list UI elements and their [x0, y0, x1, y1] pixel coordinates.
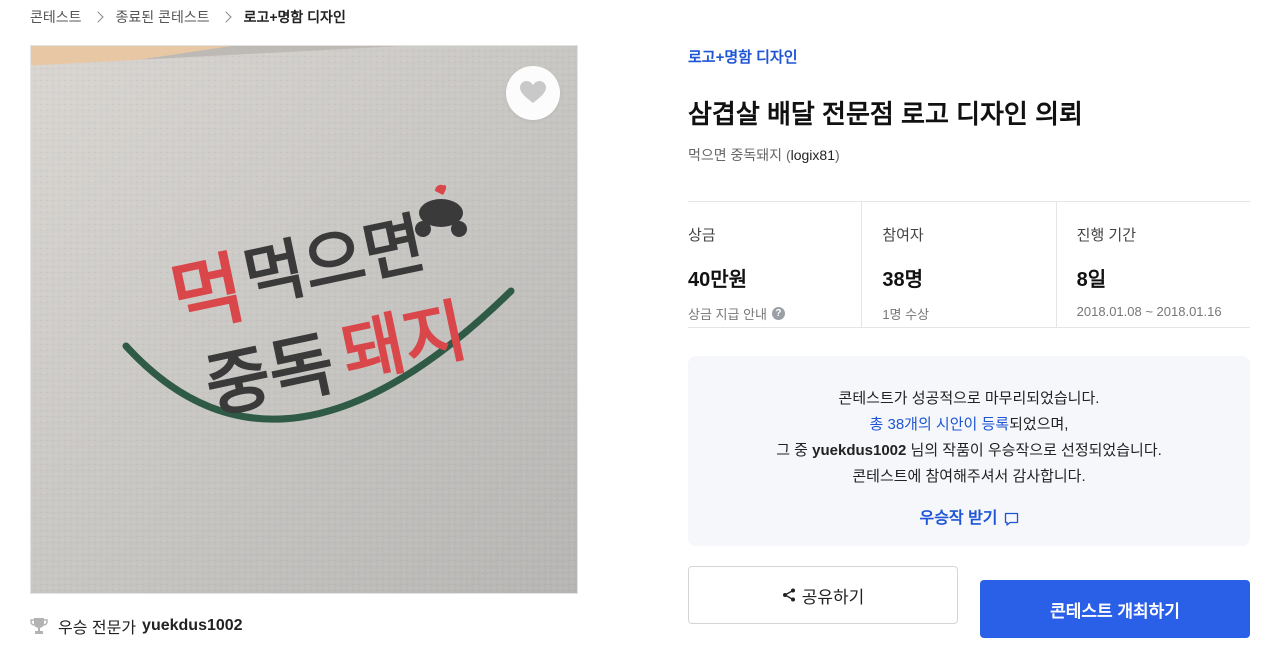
- breadcrumb-ended-contest[interactable]: 종료된 콘테스트: [116, 7, 210, 27]
- stat-value: 8일: [1076, 269, 1107, 291]
- notice-line1: 콘테스트가 성공적으로 마무리되었습니다.: [838, 390, 1100, 407]
- breadcrumb-current: 로고+명함 디자인: [243, 9, 346, 25]
- winner-info: 우승 전문가 yuekdus1002: [30, 612, 243, 640]
- notice-line4: 콘테스트에 참여해주셔서 감사합니다.: [852, 468, 1086, 485]
- winner-label: 우승 전문가: [58, 620, 137, 637]
- stat-label: 진행 기간: [1076, 227, 1137, 244]
- receive-label: 우승작 받기: [919, 510, 998, 527]
- submissions-link[interactable]: 총 38개의 시안이 등록: [870, 416, 1010, 433]
- contest-result-notice: 콘테스트가 성공적으로 마무리되었습니다. 총 38개의 시안이 등록되었으며,…: [688, 356, 1250, 546]
- stat-label: 참여자: [882, 227, 924, 244]
- notice-winner-name: yuekdus1002: [812, 442, 907, 459]
- contest-detail-panel: 로고+명함 디자인 삼겹살 배달 전문점 로고 디자인 의뢰 먹으면 중독돼지 …: [688, 45, 1250, 638]
- chevron-right-icon: [219, 11, 232, 23]
- comment-icon: [1004, 512, 1019, 527]
- breadcrumb: 콘테스트 종료된 콘테스트 로고+명함 디자인: [30, 8, 346, 26]
- trophy-icon: [30, 617, 48, 635]
- action-buttons: 공유하기 콘테스트 개최하기: [688, 566, 1250, 638]
- notice-line3-pre: 그 중: [776, 442, 813, 459]
- host-id[interactable]: logix81: [791, 147, 835, 163]
- contest-host: 먹으면 중독돼지 (logix81): [688, 147, 840, 163]
- contest-title: 삼겹살 배달 전문점 로고 디자인 의뢰: [688, 99, 1083, 129]
- stat-value: 40만원: [688, 269, 748, 291]
- receive-winning-work-button[interactable]: 우승작 받기: [919, 506, 1018, 532]
- stat-period: 진행 기간 8일 2018.01.08 ~ 2018.01.16: [1057, 202, 1250, 327]
- stat-sub: 1명 수상: [882, 307, 930, 322]
- contest-hero-image: 먹 먹으면 중독 돼지: [30, 45, 578, 594]
- stat-sub: 2018.01.08 ~ 2018.01.16: [1076, 304, 1222, 319]
- notice-line2-rest: 되었으며,: [1009, 416, 1069, 433]
- like-button[interactable]: [506, 66, 560, 120]
- stat-sub: 상금 지급 안내 ?: [688, 304, 861, 323]
- notice-line2: 총 38개의 시안이 등록되었으며,: [688, 412, 1250, 438]
- notice-line3: 그 중 yuekdus1002 님의 작품이 우승작으로 선정되었습니다.: [688, 438, 1250, 464]
- divider: [688, 327, 1250, 328]
- share-icon: [782, 588, 796, 602]
- notice-line3-post: 님의 작품이 우승작으로 선정되었습니다.: [906, 442, 1162, 459]
- heart-icon: [520, 81, 546, 103]
- contest-stats: 상금 40만원 상금 지급 안내 ? 참여자 38명 1명 수상 진행 기간 8…: [688, 202, 1250, 327]
- share-button[interactable]: 공유하기: [688, 566, 958, 624]
- share-label: 공유하기: [801, 587, 865, 607]
- prize-payment-info[interactable]: 상금 지급 안내: [688, 304, 767, 323]
- winner-name[interactable]: yuekdus1002: [142, 617, 243, 635]
- chevron-right-icon: [91, 11, 104, 23]
- host-name: 먹으면 중독돼지: [688, 147, 783, 163]
- stat-label: 상금: [688, 227, 716, 244]
- help-icon[interactable]: ?: [771, 307, 785, 320]
- stat-value: 38명: [882, 269, 923, 291]
- host-contest-button[interactable]: 콘테스트 개최하기: [980, 580, 1250, 638]
- stat-participants: 참여자 38명 1명 수상: [862, 202, 1057, 327]
- breadcrumb-contest[interactable]: 콘테스트: [30, 7, 82, 27]
- stat-prize: 상금 40만원 상금 지급 안내 ?: [688, 202, 863, 327]
- contest-category[interactable]: 로고+명함 디자인: [688, 45, 1250, 71]
- logo-mockup-image: 먹 먹으면 중독 돼지: [31, 46, 577, 593]
